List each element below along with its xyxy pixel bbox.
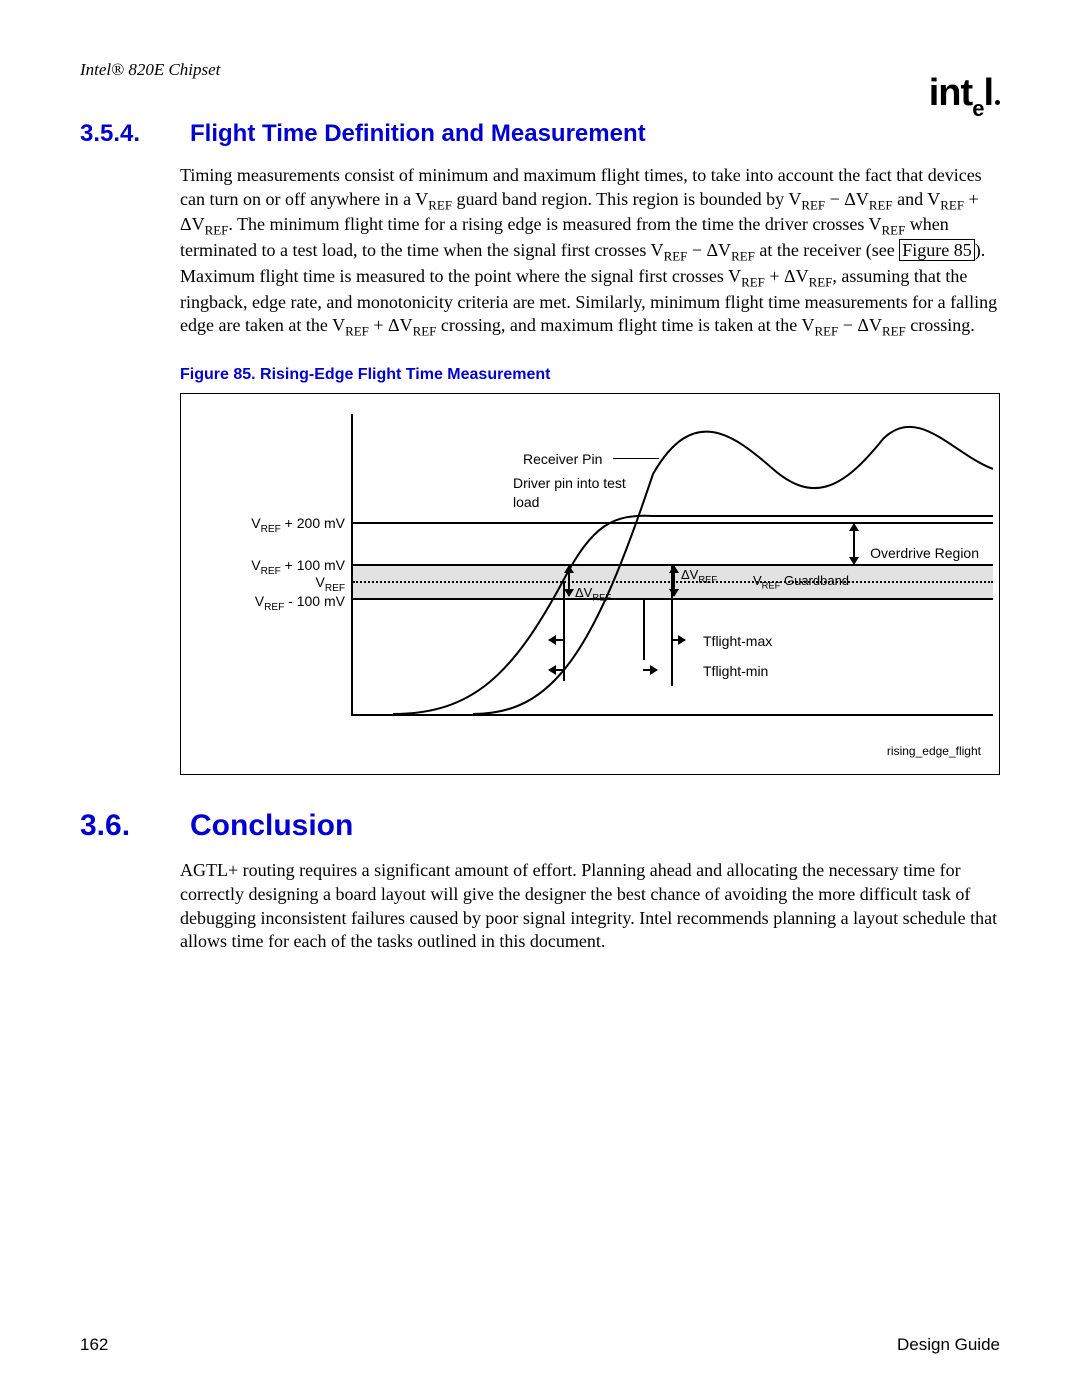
figure-source-label: rising_edge_flight [887, 744, 981, 760]
heading-title: Conclusion [190, 809, 353, 843]
section-3-6: 3.6. Conclusion AGTL+ routing requires a… [80, 809, 1000, 954]
figure-85: VREF + 200 mV VREF + 100 mV VREF VREF - … [180, 393, 1000, 775]
heading-number: 3.5.4. [80, 120, 172, 148]
heading-title: Flight Time Definition and Measurement [190, 120, 646, 148]
figure-85-caption: Figure 85. Rising-Edge Flight Time Measu… [180, 364, 1000, 385]
running-header: Intel® 820E Chipset [80, 60, 1000, 80]
heading-3-5-4: 3.5.4. Flight Time Definition and Measur… [80, 120, 1000, 148]
section-3-5-4: 3.5.4. Flight Time Definition and Measur… [80, 120, 1000, 775]
heading-3-6: 3.6. Conclusion [80, 809, 1000, 843]
intel-logo: intel [929, 72, 1000, 120]
doc-title: Design Guide [897, 1335, 1000, 1355]
logo-dot-icon [995, 100, 1000, 105]
figure-axes: VREF + 200 mV VREF + 100 mV VREF VREF - … [351, 414, 993, 716]
page-number: 162 [80, 1335, 108, 1355]
page: Intel® 820E Chipset intel 3.5.4. Flight … [0, 0, 1080, 1397]
heading-number: 3.6. [80, 809, 172, 843]
para-3-5-4: Timing measurements consist of minimum a… [180, 164, 1000, 775]
para-3-6: AGTL+ routing requires a significant amo… [180, 859, 1000, 954]
page-footer: 162 Design Guide [80, 1335, 1000, 1355]
figure-85-ref[interactable]: Figure 85 [899, 239, 975, 261]
logo-text: intel [929, 72, 993, 114]
signal-curves-icon [353, 414, 993, 714]
